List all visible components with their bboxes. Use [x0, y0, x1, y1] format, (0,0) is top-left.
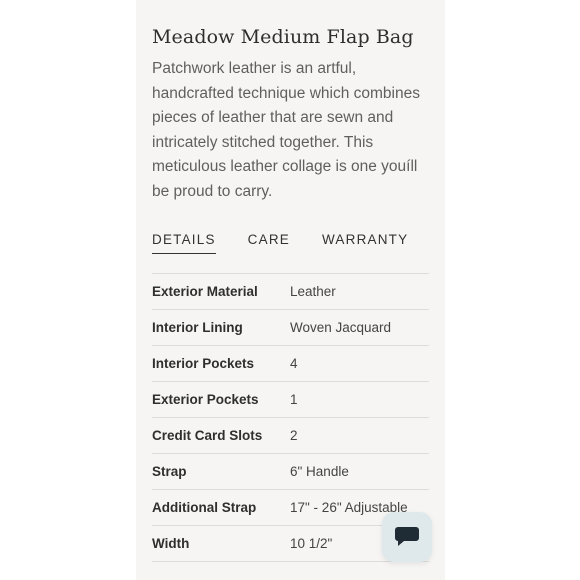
product-details-panel: Meadow Medium Flap Bag Patchwork leather… — [136, 0, 445, 580]
detail-value: 10 1/2" — [290, 536, 333, 551]
detail-label: Strap — [152, 464, 187, 479]
detail-label: Credit Card Slots — [152, 428, 263, 443]
product-info-tabs: DETAILS CARE WARRANTY — [152, 232, 408, 254]
detail-label: Width — [152, 536, 190, 551]
detail-value: Leather — [290, 284, 336, 299]
tab-details[interactable]: DETAILS — [152, 232, 216, 254]
table-row: Strap 6" Handle — [152, 454, 429, 490]
detail-label: Interior Lining — [152, 320, 243, 335]
detail-value: 6" Handle — [290, 464, 349, 479]
table-row: Exterior Pockets 1 — [152, 382, 429, 418]
detail-value: 2 — [290, 428, 298, 443]
table-row: Interior Pockets 4 — [152, 346, 429, 382]
detail-label: Interior Pockets — [152, 356, 255, 371]
product-description: Patchwork leather is an artful, handcraf… — [152, 60, 420, 200]
detail-value: 4 — [290, 356, 298, 371]
detail-label: Additional Strap — [152, 500, 257, 515]
detail-value: 1 — [290, 392, 298, 407]
tab-warranty[interactable]: WARRANTY — [322, 232, 408, 254]
chat-bubble-icon — [395, 527, 419, 546]
detail-label: Exterior Pockets — [152, 392, 259, 407]
detail-value: Woven Jacquard — [290, 320, 392, 335]
detail-label: Exterior Material — [152, 284, 258, 299]
product-title: Meadow Medium Flap Bag — [152, 26, 414, 48]
tab-care[interactable]: CARE — [248, 232, 290, 254]
chat-button[interactable] — [382, 512, 432, 562]
table-row: Credit Card Slots 2 — [152, 418, 429, 454]
table-row: Exterior Material Leather — [152, 274, 429, 310]
table-row: Interior Lining Woven Jacquard — [152, 310, 429, 346]
